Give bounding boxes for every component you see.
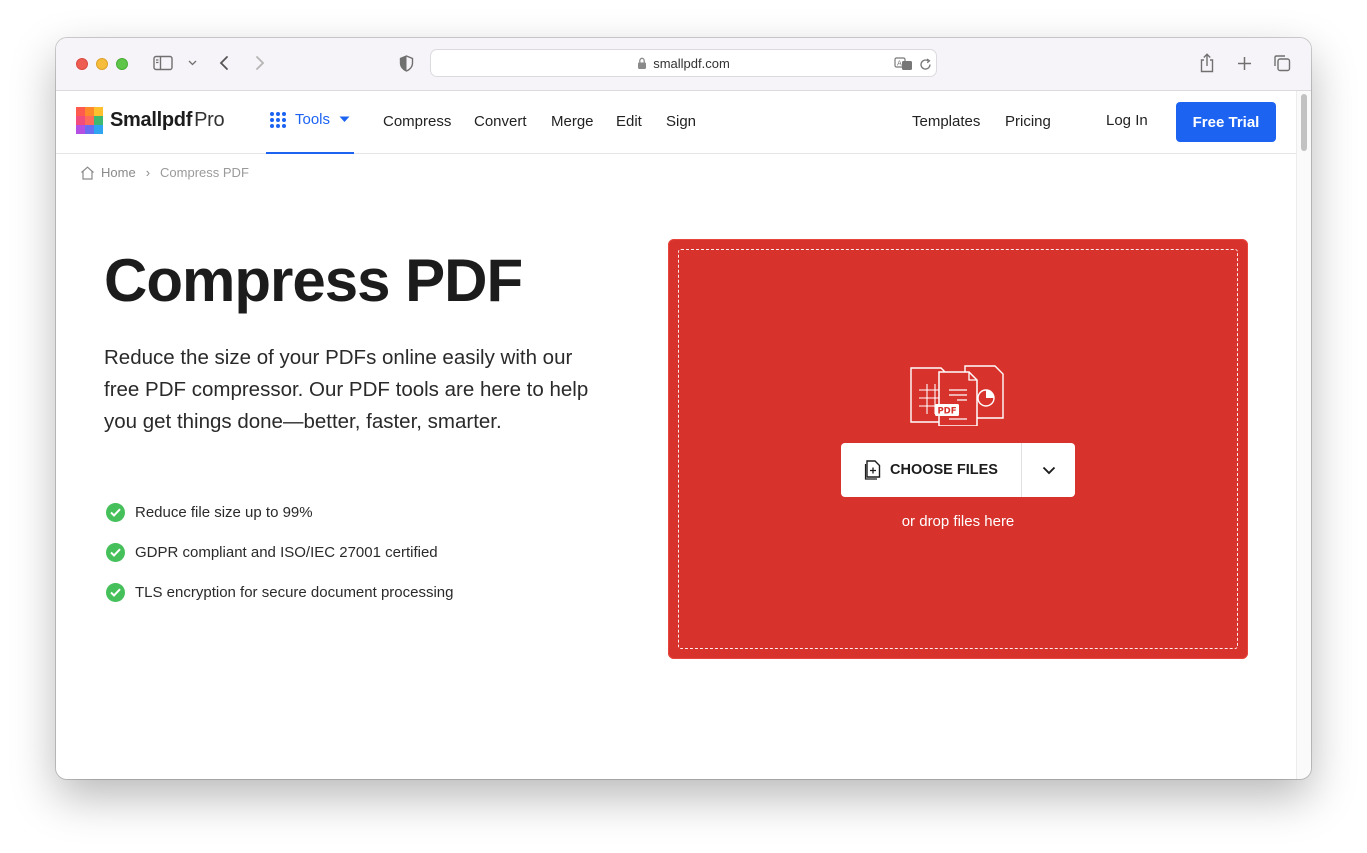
tabs-overview-icon[interactable]: [1272, 54, 1292, 72]
tools-label: Tools: [295, 111, 331, 128]
address-bar[interactable]: smallpdf.com A: [430, 49, 937, 77]
login-link[interactable]: Log In: [1106, 112, 1148, 129]
page-scrollbar[interactable]: [1296, 91, 1311, 779]
feature-item: Reduce file size up to 99%: [106, 503, 313, 522]
translate-icon[interactable]: A: [893, 56, 913, 72]
back-icon[interactable]: [216, 53, 232, 73]
choose-files-control[interactable]: CHOOSE FILES: [841, 443, 1075, 497]
chevron-down-icon: [1042, 466, 1056, 475]
breadcrumb-home[interactable]: Home: [101, 165, 136, 180]
feature-item: TLS encryption for secure document proce…: [106, 583, 454, 602]
caret-down-icon: [339, 116, 350, 123]
breadcrumb: Home › Compress PDF: [80, 165, 249, 180]
scrollbar-thumb[interactable]: [1301, 94, 1307, 151]
feature-text: TLS encryption for secure document proce…: [135, 584, 454, 601]
smallpdf-logo[interactable]: Smallpdf Pro: [76, 107, 225, 134]
chevron-down-icon[interactable]: [186, 58, 198, 68]
url-text: smallpdf.com: [653, 55, 730, 71]
nav-link-templates[interactable]: Templates: [912, 113, 980, 130]
file-dropzone[interactable]: PDF CHOOSE FILES or drop files here: [668, 239, 1248, 659]
nav-link-pricing[interactable]: Pricing: [1005, 113, 1051, 130]
check-icon: [106, 503, 125, 522]
drop-hint: or drop files here: [901, 513, 1015, 530]
nav-link-merge[interactable]: Merge: [551, 113, 594, 130]
free-trial-button[interactable]: Free Trial: [1176, 102, 1276, 142]
choose-files-label: CHOOSE FILES: [890, 462, 998, 478]
reload-icon[interactable]: [917, 56, 933, 72]
choose-files-button[interactable]: CHOOSE FILES: [841, 443, 1022, 497]
documents-illustration: PDF: [909, 364, 1007, 431]
feature-text: Reduce file size up to 99%: [135, 504, 313, 521]
choose-files-options-button[interactable]: [1022, 443, 1075, 497]
smallpdf-logo-mark: [76, 107, 103, 134]
share-icon[interactable]: [1198, 52, 1216, 74]
minimize-window-button[interactable]: [96, 58, 108, 70]
check-icon: [106, 583, 125, 602]
nav-link-edit[interactable]: Edit: [616, 113, 642, 130]
logo-suffix: Pro: [194, 109, 225, 131]
apps-grid-icon: [270, 111, 286, 128]
pdf-badge-label: PDF: [937, 407, 956, 417]
nav-link-sign[interactable]: Sign: [666, 113, 696, 130]
new-tab-icon[interactable]: [1235, 54, 1253, 72]
check-icon: [106, 543, 125, 562]
browser-toolbar: smallpdf.com A: [56, 38, 1311, 91]
svg-text:A: A: [897, 60, 902, 68]
shield-icon[interactable]: [397, 54, 415, 72]
sidebar-icon[interactable]: [152, 54, 174, 72]
breadcrumb-separator: ›: [145, 165, 151, 180]
nav-link-convert[interactable]: Convert: [474, 113, 527, 130]
browser-window: smallpdf.com A Smallpdf Pro Tools Compre…: [56, 38, 1311, 779]
web-page: Smallpdf Pro Tools Compress Convert Merge…: [56, 91, 1296, 779]
zoom-window-button[interactable]: [116, 58, 128, 70]
add-file-icon: [864, 460, 881, 480]
lock-icon: [637, 57, 647, 70]
close-window-button[interactable]: [76, 58, 88, 70]
tools-menu[interactable]: Tools: [266, 91, 354, 154]
home-icon[interactable]: [80, 165, 95, 180]
feature-text: GDPR compliant and ISO/IEC 27001 certifi…: [135, 544, 438, 561]
forward-icon[interactable]: [252, 53, 268, 73]
feature-item: GDPR compliant and ISO/IEC 27001 certifi…: [106, 543, 438, 562]
site-header: Smallpdf Pro Tools Compress Convert Merge…: [56, 91, 1296, 154]
logo-name: Smallpdf Pro: [110, 109, 225, 131]
page-title: Compress PDF: [104, 247, 523, 314]
nav-link-compress[interactable]: Compress: [383, 113, 451, 130]
page-description: Reduce the size of your PDFs online easi…: [104, 346, 589, 433]
breadcrumb-current: Compress PDF: [160, 165, 249, 180]
